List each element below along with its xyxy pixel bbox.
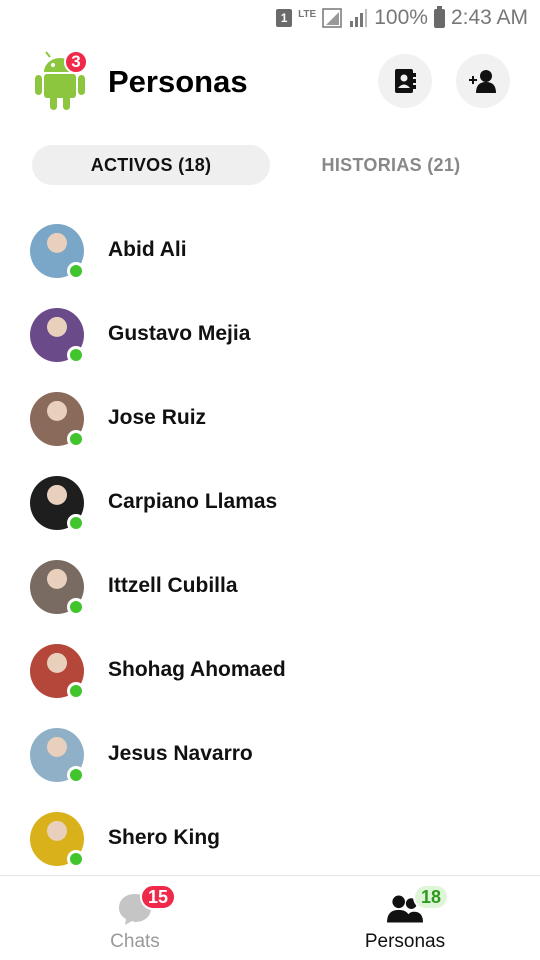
person-name: Jesus Navarro (108, 742, 253, 765)
battery-icon (433, 5, 445, 28)
contacts-book-icon (395, 69, 416, 93)
person-row[interactable]: Carpiano Llamas (0, 462, 540, 546)
online-indicator (67, 430, 85, 448)
online-indicator (67, 598, 85, 616)
status-bar: 1 LTE 100% 2:43 AM (0, 0, 540, 36)
person-name: Ittzell Cubilla (108, 574, 238, 597)
online-indicator (67, 682, 85, 700)
nav-people[interactable]: 18 Personas (270, 876, 540, 960)
clock: 2:43 AM (450, 6, 528, 29)
add-person-icon (469, 70, 496, 93)
nav-people-label: Personas (364, 931, 446, 952)
person-row[interactable]: Shero King (0, 798, 540, 882)
signal-bars-icon (350, 9, 368, 27)
person-row[interactable]: Ittzell Cubilla (0, 546, 540, 630)
person-name: Shero King (108, 826, 221, 849)
signal-icon (322, 8, 342, 28)
person-row[interactable]: Abid Ali (0, 210, 540, 294)
network-type: LTE (298, 9, 317, 20)
person-name: Shohag Ahomaed (108, 658, 286, 681)
people-list: Abid Ali Gustavo Mejia Jose Ruiz Carpiano L… (0, 210, 540, 882)
people-active-badge: 18 (413, 884, 450, 910)
online-indicator (67, 262, 85, 280)
chats-unread-badge: 15 (140, 884, 177, 910)
person-name: Gustavo Mejia (108, 322, 251, 345)
battery-percent: 100% (374, 6, 428, 29)
add-person-button[interactable] (456, 54, 510, 108)
person-row[interactable]: Shohag Ahomaed (0, 630, 540, 714)
nav-chats-label: Chats (110, 931, 160, 952)
person-row[interactable]: Gustavo Mejia (0, 294, 540, 378)
person-name: Jose Ruiz (108, 406, 207, 429)
tab-stories[interactable]: HISTORIAS (21) (272, 145, 510, 185)
nav-chats[interactable]: 15 Chats (0, 876, 270, 960)
notification-badge: 3 (64, 50, 88, 74)
contacts-button[interactable] (378, 54, 432, 108)
person-row[interactable]: Jesus Navarro (0, 714, 540, 798)
person-row[interactable]: Jose Ruiz (0, 378, 540, 462)
bottom-nav: 15 Chats 18 Personas (0, 875, 540, 960)
tab-active[interactable]: ACTIVOS (18) (32, 145, 270, 185)
online-indicator (67, 766, 85, 784)
person-name: Abid Ali (108, 238, 187, 261)
online-indicator (67, 850, 85, 868)
sim-slot-indicator: 1 (276, 9, 293, 27)
page-title: Personas (108, 64, 248, 99)
header: 3 Personas (0, 46, 540, 118)
person-name: Carpiano Llamas (108, 490, 278, 513)
online-indicator (67, 514, 85, 532)
online-indicator (67, 346, 85, 364)
people-tabs: ACTIVOS (18) HISTORIAS (21) (32, 145, 510, 185)
